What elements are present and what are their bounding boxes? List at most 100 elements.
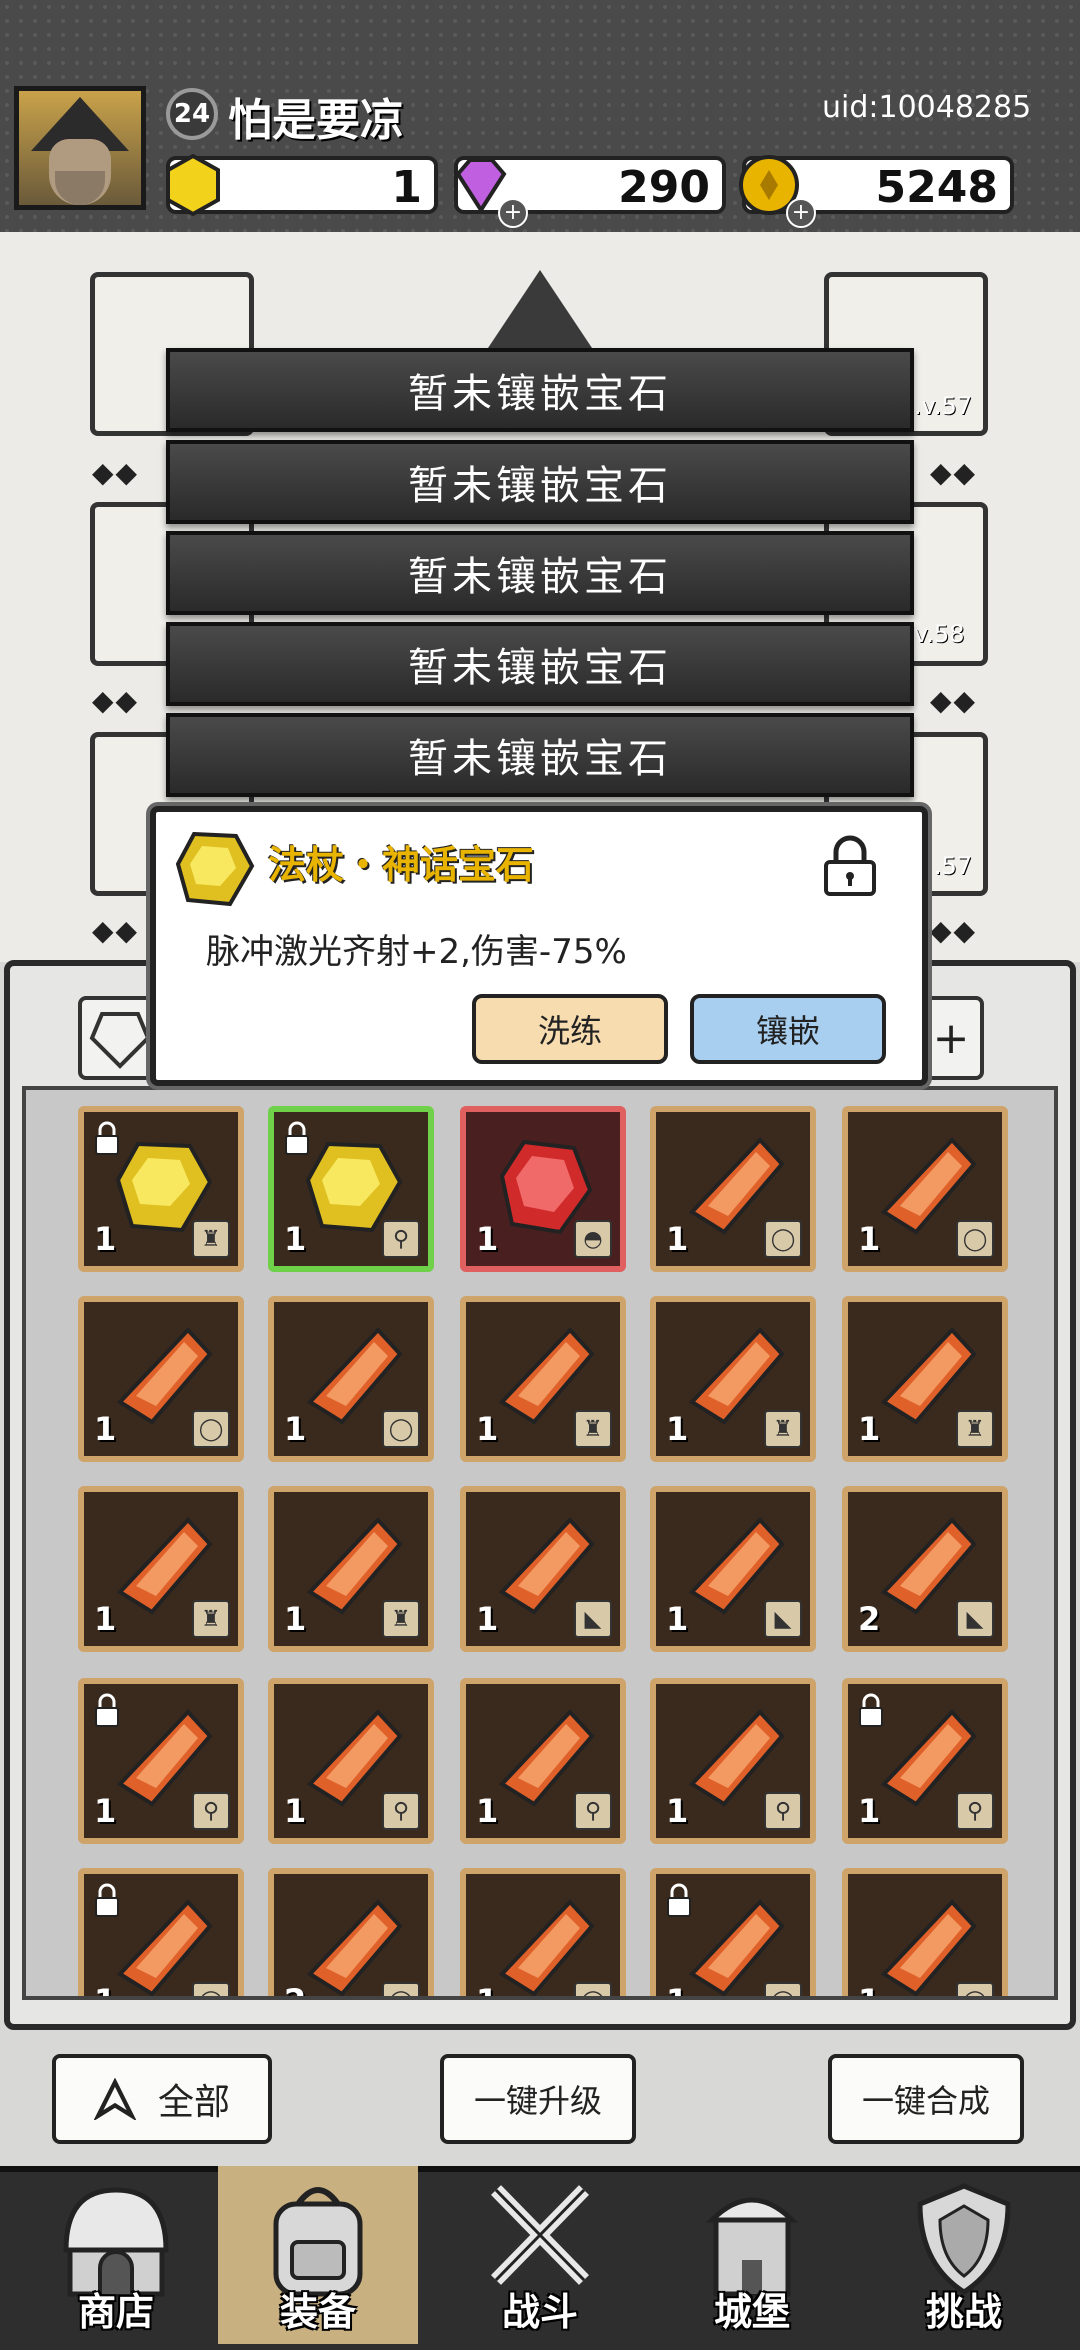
gem-detail-popup: 法杖・神话宝石 脉冲激光齐射+2,伤害-75% 洗练 镶嵌 (150, 806, 928, 1086)
gem-cell[interactable]: 1◯ (268, 1296, 434, 1462)
gem-quantity: 1 (476, 1600, 499, 1638)
myth-gem-icon (175, 831, 255, 907)
gem-cell[interactable]: 1 ◓ (460, 1106, 626, 1272)
gem-quantity: 1 (666, 1220, 689, 1258)
merge-all-button[interactable]: 一键合成 (828, 2054, 1024, 2144)
gem-quantity: 1 (476, 1792, 499, 1830)
gem-cell[interactable]: 1 ⚲ (650, 1678, 816, 1844)
boot-type-icon: ◣ (764, 1600, 802, 1638)
gem-cell[interactable]: 1 ⚲ (268, 1678, 434, 1844)
gem-cell[interactable]: 1 ◣ (650, 1486, 816, 1652)
orange-gem-icon (116, 1899, 213, 1996)
ring-type-icon: ◯ (382, 1982, 420, 1996)
gem-cell[interactable]: 1 ⚲ (78, 1678, 244, 1844)
boot-type-icon: ◣ (574, 1600, 612, 1638)
orange-gem-icon (306, 1899, 403, 1996)
staff-type-icon: ⚲ (192, 1792, 230, 1830)
popup-description: 脉冲激光齐射+2,伤害-75% (206, 932, 627, 972)
staff-type-icon: ⚲ (382, 1220, 420, 1258)
gem-cell[interactable]: 1 ♜ (78, 1486, 244, 1652)
gem-cell[interactable]: 1 ⚲ (460, 1678, 626, 1844)
gem-quantity: 1 (858, 1792, 881, 1830)
gem-quantity: 1 (476, 1410, 499, 1448)
staff-type-icon: ⚲ (574, 1792, 612, 1830)
nav-shop-label: 商店 (77, 2290, 154, 2334)
lock-icon (664, 1882, 694, 1918)
armor-type-icon: ♜ (192, 1220, 230, 1258)
armor-type-icon: ♜ (764, 1410, 802, 1448)
popup-title: 法杖・神话宝石 (268, 843, 535, 887)
gem-cell[interactable]: 1◯ (650, 1868, 816, 1996)
gem-quantity: 1 (94, 1410, 117, 1448)
gem-cell[interactable]: 1◯ (650, 1106, 816, 1272)
nav-castle[interactable]: 城堡 (652, 2166, 852, 2344)
gem-cell[interactable]: 2◯ (268, 1868, 434, 1996)
gem-quantity: 1 (94, 1600, 117, 1638)
armor-type-icon: ♜ (956, 1410, 994, 1448)
nav-equipment[interactable]: 装备 (218, 2166, 418, 2344)
gem-cell[interactable]: 1 ♜ (842, 1296, 1008, 1462)
gem-cell[interactable]: 2 ◣ (842, 1486, 1008, 1652)
triangle-icon (93, 2078, 136, 2120)
gem-quantity: 1 (94, 1220, 117, 1258)
gem-quantity: 2 (858, 1600, 881, 1638)
lock-icon (92, 1120, 122, 1156)
gem-quantity: 1 (858, 1982, 880, 1996)
gem-cell[interactable]: 1 ♜ (460, 1296, 626, 1462)
ring-type-icon: ◯ (192, 1982, 230, 1996)
gem-quantity: 1 (284, 1600, 307, 1638)
gem-cell[interactable]: 1 ⚲ (268, 1106, 434, 1272)
inlay-button[interactable]: 镶嵌 (690, 994, 886, 1064)
ring-type-icon: ◯ (574, 1982, 612, 1996)
gem-quantity: 2 (284, 1982, 306, 1996)
ring-type-icon: ◯ (382, 1410, 420, 1448)
gem-cell[interactable]: 1◯ (460, 1868, 626, 1996)
gem-quantity: 1 (666, 1600, 689, 1638)
gem-cell[interactable]: 1 ♜ (268, 1486, 434, 1652)
gem-cell[interactable]: 1◯ (78, 1868, 244, 1996)
nav-shop[interactable]: 商店 (16, 2166, 216, 2344)
gem-quantity: 1 (858, 1220, 881, 1258)
nav-equipment-label: 装备 (279, 2290, 356, 2334)
nav-battle-label: 战斗 (501, 2290, 578, 2334)
orange-gem-icon (498, 1899, 595, 1996)
gem-quantity: 1 (284, 1792, 307, 1830)
lock-icon (92, 1882, 122, 1918)
refine-button[interactable]: 洗练 (472, 994, 668, 1064)
lock-icon (92, 1692, 122, 1728)
gem-quantity: 1 (476, 1982, 498, 1996)
gem-quantity: 1 (94, 1982, 116, 1996)
nav-challenge[interactable]: 挑战 (864, 2166, 1064, 2344)
ring-type-icon: ◯ (764, 1220, 802, 1258)
nav-castle-label: 城堡 (713, 2290, 790, 2334)
orange-gem-icon (880, 1899, 977, 1996)
gem-quantity: 1 (666, 1410, 689, 1448)
filter-all-button[interactable]: 全部 (52, 2054, 272, 2144)
gem-quantity: 1 (476, 1220, 499, 1258)
staff-type-icon: ⚲ (382, 1792, 420, 1830)
gem-cell[interactable]: 1◯ (78, 1296, 244, 1462)
lock-icon[interactable] (820, 834, 880, 898)
gem-quantity: 1 (94, 1792, 117, 1830)
gem-cell[interactable]: 1◯ (842, 1868, 1008, 1996)
ring-type-icon: ◯ (956, 1220, 994, 1258)
orange-gem-icon (688, 1899, 785, 1996)
armor-type-icon: ♜ (382, 1600, 420, 1638)
upgrade-all-button[interactable]: 一键升级 (440, 2054, 636, 2144)
nav-battle[interactable]: 战斗 (440, 2166, 640, 2344)
gem-cell[interactable]: 1 ⚲ (842, 1678, 1008, 1844)
ring-type-icon: ◯ (192, 1410, 230, 1448)
gem-quantity: 1 (284, 1410, 307, 1448)
staff-type-icon: ⚲ (764, 1792, 802, 1830)
gem-quantity: 1 (284, 1220, 307, 1258)
gem-cell[interactable]: 1 ♜ (650, 1296, 816, 1462)
gem-cell[interactable]: 1 ♜ (78, 1106, 244, 1272)
helmet-type-icon: ◓ (574, 1220, 612, 1258)
armor-type-icon: ♜ (574, 1410, 612, 1448)
gem-cell[interactable]: 1 ◣ (460, 1486, 626, 1652)
filter-all-label: 全部 (157, 2082, 230, 2123)
ring-type-icon: ◯ (956, 1982, 994, 1996)
lock-icon (282, 1120, 312, 1156)
gem-cell[interactable]: 1◯ (842, 1106, 1008, 1272)
lock-icon (856, 1692, 886, 1728)
